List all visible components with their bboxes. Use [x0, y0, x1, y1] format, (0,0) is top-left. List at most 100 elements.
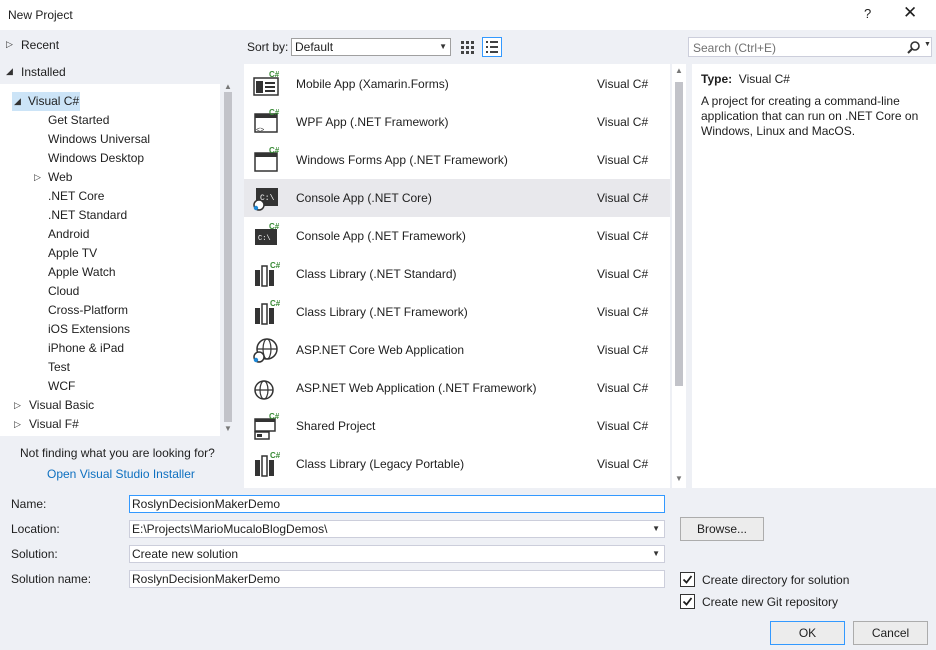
- template-name: ASP.NET Web Application (.NET Framework): [296, 381, 537, 395]
- scroll-down-icon[interactable]: ▼: [675, 474, 683, 483]
- aspnet-core-icon: [253, 338, 278, 363]
- close-button[interactable]: ✕: [903, 4, 917, 21]
- template-language: Visual C#: [597, 229, 649, 243]
- svg-text:C#: C#: [270, 261, 280, 270]
- template-row[interactable]: C# Mobile App (Xamarin.Forms) Visual C#: [244, 65, 670, 103]
- tree-item-cloud[interactable]: Cloud: [48, 282, 79, 301]
- title-bar: New Project ? ✕: [0, 0, 936, 30]
- collapse-arrow-icon[interactable]: ◢: [14, 92, 21, 111]
- tree-item-apple-watch[interactable]: Apple Watch: [48, 263, 116, 282]
- template-name: Class Library (.NET Framework): [296, 305, 468, 319]
- template-language: Visual C#: [597, 191, 649, 205]
- template-list-scrollbar-thumb[interactable]: [675, 82, 683, 386]
- search-input[interactable]: Search (Ctrl+E) ▼: [688, 37, 932, 57]
- ok-button[interactable]: OK: [770, 621, 845, 645]
- tree-item-recent[interactable]: ▷ Recent: [0, 32, 236, 58]
- list-view-icon: [486, 41, 498, 53]
- expand-arrow-icon[interactable]: ▷: [14, 396, 21, 415]
- tree-item-apple-tv[interactable]: Apple TV: [48, 244, 97, 263]
- svg-text:C#: C#: [269, 70, 280, 79]
- location-combobox[interactable]: E:\Projects\MarioMucaloBlogDemos\ ▼: [129, 520, 665, 538]
- create-git-checkbox[interactable]: [680, 594, 695, 609]
- svg-text:C#: C#: [269, 222, 280, 231]
- tree-item-get-started[interactable]: Get Started: [48, 111, 109, 130]
- template-row[interactable]: C# Class Library (Legacy Portable) Visua…: [244, 445, 670, 483]
- expand-arrow-icon[interactable]: ▷: [14, 415, 21, 434]
- search-icon[interactable]: [907, 40, 921, 54]
- name-label: Name:: [11, 497, 47, 511]
- help-button[interactable]: ?: [864, 6, 871, 21]
- sort-by-dropdown[interactable]: Default ▼: [291, 38, 451, 56]
- template-name: WPF App (.NET Framework): [296, 115, 449, 129]
- small-icons-view-button[interactable]: [458, 37, 478, 57]
- collapse-arrow-icon[interactable]: ◢: [6, 66, 13, 77]
- template-language: Visual C#: [597, 115, 649, 129]
- svg-text:C#: C#: [269, 412, 280, 421]
- scroll-up-icon[interactable]: ▲: [675, 66, 683, 75]
- create-directory-label[interactable]: Create directory for solution: [702, 573, 849, 587]
- shared-project-icon: C#: [254, 412, 280, 440]
- solution-name-input[interactable]: RoslynDecisionMakerDemo: [129, 570, 665, 588]
- create-git-label[interactable]: Create new Git repository: [702, 595, 838, 609]
- category-tree: ◢ Visual C# Get Started Windows Universa…: [0, 84, 220, 436]
- tree-item-installed[interactable]: ◢ Installed: [0, 59, 236, 85]
- template-name: Windows Forms App (.NET Framework): [296, 153, 508, 167]
- project-name-input[interactable]: RoslynDecisionMakerDemo: [129, 495, 665, 513]
- class-library-icon: C#: [255, 261, 280, 287]
- tree-item-iphone-ipad[interactable]: iPhone & iPad: [48, 339, 124, 358]
- template-language: Visual C#: [597, 419, 649, 433]
- tree-item-test[interactable]: Test: [48, 358, 70, 377]
- aspnet-web-icon: [254, 380, 274, 400]
- tree-item-ios-extensions[interactable]: iOS Extensions: [48, 320, 130, 339]
- template-row[interactable]: C# Windows Forms App (.NET Framework) Vi…: [244, 141, 670, 179]
- template-row[interactable]: C# Class Library (.NET Framework) Visual…: [244, 293, 670, 331]
- list-view-button[interactable]: [482, 37, 502, 57]
- grid-view-icon: [461, 41, 474, 54]
- template-row[interactable]: C:\ C# Console App (.NET Framework) Visu…: [244, 217, 670, 255]
- open-installer-link[interactable]: Open Visual Studio Installer: [47, 467, 195, 481]
- scroll-down-icon[interactable]: ▼: [224, 424, 232, 433]
- mobile-app-icon: C#: [253, 70, 280, 96]
- console-framework-icon: C:\ C#: [255, 222, 280, 245]
- template-detail-panel: Type: Visual C# A project for creating a…: [692, 64, 936, 488]
- cancel-button[interactable]: Cancel: [853, 621, 928, 645]
- svg-text:C#: C#: [270, 299, 280, 308]
- tree-item-net-standard[interactable]: .NET Standard: [48, 206, 127, 225]
- template-type: Type: Visual C#: [701, 72, 790, 86]
- template-row[interactable]: C# Class Library (.NET Standard) Visual …: [244, 255, 670, 293]
- template-description: A project for creating a command-line ap…: [701, 94, 919, 138]
- solution-name-label: Solution name:: [11, 572, 92, 586]
- solution-dropdown[interactable]: Create new solution ▼: [129, 545, 665, 563]
- tree-scrollbar[interactable]: ▲ ▼: [222, 82, 234, 436]
- chevron-down-icon[interactable]: ▼: [924, 41, 931, 48]
- tree-scrollbar-thumb[interactable]: [224, 92, 232, 422]
- tree-item-windows-desktop[interactable]: Windows Desktop: [48, 149, 144, 168]
- template-language: Visual C#: [597, 457, 649, 471]
- template-row[interactable]: C# Shared Project Visual C#: [244, 407, 670, 445]
- chevron-down-icon: ▼: [439, 42, 447, 51]
- tree-item-windows-universal[interactable]: Windows Universal: [48, 130, 150, 149]
- scroll-up-icon[interactable]: ▲: [224, 82, 232, 91]
- template-row[interactable]: <> C# WPF App (.NET Framework) Visual C#: [244, 103, 670, 141]
- tree-item-android[interactable]: Android: [48, 225, 89, 244]
- tree-item-cross-platform[interactable]: Cross-Platform: [48, 301, 128, 320]
- sort-by-label: Sort by:: [247, 40, 289, 54]
- create-directory-checkbox[interactable]: [680, 572, 695, 587]
- template-list: C# Mobile App (Xamarin.Forms) Visual C# …: [244, 64, 670, 488]
- template-row[interactable]: ASP.NET Web Application (.NET Framework)…: [244, 369, 670, 407]
- template-list-scrollbar[interactable]: ▲ ▼: [672, 64, 686, 488]
- tree-item-net-core[interactable]: .NET Core: [48, 187, 104, 206]
- chevron-down-icon[interactable]: ▼: [652, 546, 660, 562]
- template-row[interactable]: ASP.NET Core Web Application Visual C#: [244, 331, 670, 369]
- checkmark-icon: [682, 597, 693, 606]
- expand-arrow-icon[interactable]: ▷: [6, 39, 13, 50]
- template-row-selected[interactable]: C:\ Console App (.NET Core) Visual C#: [244, 179, 670, 217]
- expand-arrow-icon[interactable]: ▷: [34, 168, 41, 187]
- template-language: Visual C#: [597, 305, 649, 319]
- tree-item-visual-csharp[interactable]: ◢ Visual C#: [12, 92, 80, 111]
- browse-button[interactable]: Browse...: [680, 517, 764, 541]
- tree-item-wcf[interactable]: WCF: [48, 377, 75, 396]
- template-language: Visual C#: [597, 153, 649, 167]
- chevron-down-icon[interactable]: ▼: [652, 521, 660, 537]
- class-library-icon: C#: [255, 451, 280, 477]
